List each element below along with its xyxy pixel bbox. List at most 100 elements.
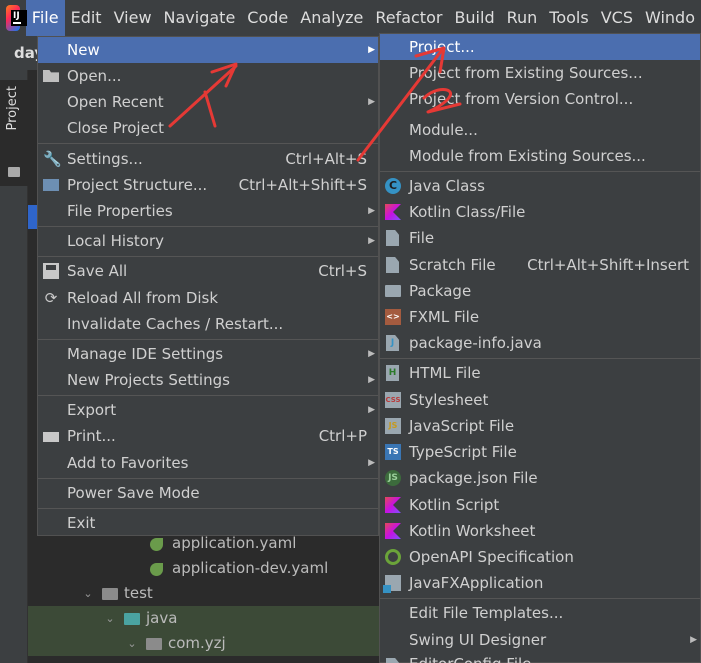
fxml-icon: <> xyxy=(385,309,401,325)
menu-view[interactable]: View xyxy=(108,0,158,36)
javafx-icon xyxy=(383,575,401,593)
menu-code[interactable]: Code xyxy=(241,0,294,36)
java-class-icon: C xyxy=(385,178,401,194)
intellij-logo-icon[interactable]: IJ xyxy=(6,5,27,31)
menu-item-module[interactable]: Module... xyxy=(380,117,700,143)
menu-item-kotlin-worksheet[interactable]: Kotlin Worksheet xyxy=(380,518,700,544)
menu-item-label: File xyxy=(409,229,435,247)
menu-item-file[interactable]: File xyxy=(380,225,700,251)
menu-item-javascript-file[interactable]: JS JavaScript File xyxy=(380,413,700,439)
menu-item-project-vcs[interactable]: Project from Version Control... xyxy=(380,86,700,112)
menu-separator xyxy=(38,256,378,257)
menu-edit[interactable]: Edit xyxy=(65,0,108,36)
project-tab-label[interactable]: Project xyxy=(5,86,20,130)
menu-file[interactable]: File xyxy=(25,0,65,36)
menu-item-reload-all[interactable]: ⟳ Reload All from Disk xyxy=(38,285,378,311)
chevron-down-icon[interactable]: ⌄ xyxy=(104,606,116,631)
menu-item-add-to-favorites[interactable]: Add to Favorites ▶ xyxy=(38,450,378,476)
menu-build[interactable]: Build xyxy=(448,0,500,36)
project-structure-icon xyxy=(43,179,59,191)
menu-item-settings[interactable]: 🔧 Settings... Ctrl+Alt+S xyxy=(38,146,378,172)
submenu-arrow-icon: ▶ xyxy=(690,635,697,645)
shortcut-label: Ctrl+Alt+S xyxy=(285,150,367,168)
typescript-icon: TS xyxy=(385,444,401,460)
menu-bar: IJ File Edit View Navigate Code Analyze … xyxy=(0,0,701,36)
menu-separator xyxy=(38,395,378,396)
menu-item-export[interactable]: Export ▶ xyxy=(38,397,378,423)
menu-navigate[interactable]: Navigate xyxy=(158,0,242,36)
menu-item-label: Swing UI Designer xyxy=(409,631,547,649)
menu-item-html-file[interactable]: H HTML File xyxy=(380,360,700,386)
menu-item-new[interactable]: New ▶ xyxy=(38,37,378,63)
menu-item-label: package.json File xyxy=(409,469,538,487)
menu-item-close-project[interactable]: Close Project xyxy=(38,115,378,141)
menu-item-typescript-file[interactable]: TS TypeScript File xyxy=(380,439,700,465)
save-icon xyxy=(43,263,59,279)
menu-item-label: File Properties xyxy=(67,202,173,220)
reload-icon: ⟳ xyxy=(44,289,58,307)
menu-item-print[interactable]: Print... Ctrl+P xyxy=(38,423,378,449)
file-icon xyxy=(386,658,399,663)
menu-item-invalidate-caches[interactable]: Invalidate Caches / Restart... xyxy=(38,311,378,337)
menu-item-kotlin-script[interactable]: Kotlin Script xyxy=(380,492,700,518)
menu-item-open-recent[interactable]: Open Recent ▶ xyxy=(38,89,378,115)
menu-item-label: FXML File xyxy=(409,308,480,326)
shortcut-label: Ctrl+Alt+Shift+Insert xyxy=(527,256,689,274)
menu-item-label: Close Project xyxy=(67,119,164,137)
menu-item-editorconfig[interactable]: EditorConfig File xyxy=(380,653,700,663)
chevron-down-icon[interactable]: ⌄ xyxy=(126,631,138,656)
menu-item-project-existing[interactable]: Project from Existing Sources... xyxy=(380,60,700,86)
menu-separator xyxy=(38,508,378,509)
menu-item-label: Edit File Templates... xyxy=(409,604,564,622)
menu-item-save-all[interactable]: Save All Ctrl+S xyxy=(38,258,378,284)
menu-item-label: Settings... xyxy=(67,150,143,168)
menu-item-power-save-mode[interactable]: Power Save Mode xyxy=(38,480,378,506)
tree-item-java[interactable]: ⌄ java xyxy=(28,606,380,631)
menu-item-stylesheet[interactable]: CSS Stylesheet xyxy=(380,387,700,413)
menu-item-scratch-file[interactable]: Scratch File Ctrl+Alt+Shift+Insert xyxy=(380,252,700,278)
menu-item-label: Open Recent xyxy=(67,93,164,111)
menu-tools[interactable]: Tools xyxy=(543,0,594,36)
printer-icon xyxy=(43,432,59,442)
tree-item-test[interactable]: ⌄ test xyxy=(82,581,152,606)
menu-item-module-existing[interactable]: Module from Existing Sources... xyxy=(380,143,700,169)
spring-leaf-icon xyxy=(150,537,166,551)
menu-window[interactable]: Windo xyxy=(639,0,701,36)
tree-item-application-dev-yaml[interactable]: application-dev.yaml xyxy=(150,556,328,581)
menu-item-java-class[interactable]: C Java Class xyxy=(380,173,700,199)
menu-item-openapi-spec[interactable]: OpenAPI Specification xyxy=(380,544,700,570)
test-folder-icon xyxy=(124,612,140,625)
menu-item-open[interactable]: Open... xyxy=(38,63,378,89)
menu-item-javafx-app[interactable]: JavaFXApplication xyxy=(380,570,700,596)
menu-item-label: JavaScript File xyxy=(409,417,515,435)
chevron-down-icon[interactable]: ⌄ xyxy=(82,581,94,606)
submenu-arrow-icon: ▶ xyxy=(368,405,375,415)
menu-item-swing-designer[interactable]: Swing UI Designer ▶ xyxy=(380,627,700,653)
menu-item-package-info[interactable]: Jpackage-info.java xyxy=(380,330,700,356)
menu-item-label: Module... xyxy=(409,121,478,139)
menu-item-file-properties[interactable]: File Properties ▶ xyxy=(38,198,378,224)
menu-item-exit[interactable]: Exit xyxy=(38,510,378,536)
menu-item-label: Package xyxy=(409,282,472,300)
menu-vcs[interactable]: VCS xyxy=(595,0,639,36)
menu-refactor[interactable]: Refactor xyxy=(369,0,448,36)
menu-run[interactable]: Run xyxy=(501,0,544,36)
menu-item-new-projects-settings[interactable]: New Projects Settings ▶ xyxy=(38,367,378,393)
menu-item-label: Project from Version Control... xyxy=(409,90,634,108)
menu-item-project[interactable]: Project... xyxy=(380,34,700,60)
menu-item-package[interactable]: Package xyxy=(380,278,700,304)
menu-item-label: Project... xyxy=(409,38,475,56)
menu-item-label: Exit xyxy=(67,514,96,532)
tree-item-label: java xyxy=(146,609,178,627)
menu-analyze[interactable]: Analyze xyxy=(294,0,369,36)
menu-item-label: Manage IDE Settings xyxy=(67,345,224,363)
menu-item-local-history[interactable]: Local History ▶ xyxy=(38,228,378,254)
menu-item-project-structure[interactable]: Project Structure... Ctrl+Alt+Shift+S xyxy=(38,172,378,198)
menu-item-edit-templates[interactable]: Edit File Templates... xyxy=(380,600,700,626)
menu-item-manage-ide-settings[interactable]: Manage IDE Settings ▶ xyxy=(38,341,378,367)
tree-item-com-yzj[interactable]: ⌄ com.yzj xyxy=(28,631,380,656)
menu-item-kotlin-class[interactable]: Kotlin Class/File xyxy=(380,199,700,225)
package-icon xyxy=(385,285,401,297)
menu-item-package-json[interactable]: JS package.json File xyxy=(380,465,700,491)
menu-item-fxml-file[interactable]: <> FXML File xyxy=(380,304,700,330)
